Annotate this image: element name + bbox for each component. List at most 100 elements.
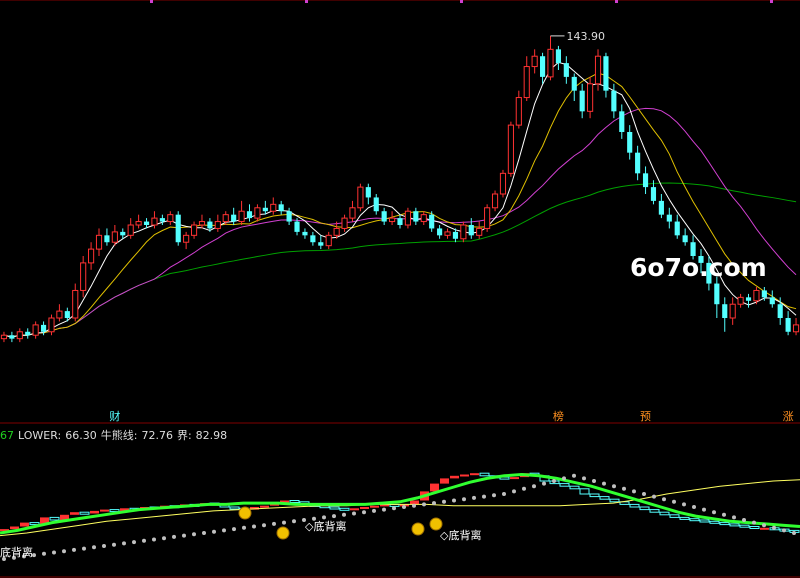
candle-body (88, 248, 95, 264)
trend-dot (452, 498, 456, 503)
trend-dot (352, 511, 356, 516)
candle-body (318, 242, 324, 246)
signal-face-icon (429, 517, 443, 531)
candle-body (666, 214, 672, 222)
candle-body (278, 204, 284, 212)
stock-chart-window: 143.90 财 榜 预 涨底背离 ◇底背离 ◇底背离 6o7o.com 67 LOWER: 6… (0, 0, 800, 578)
candle-body (792, 324, 800, 333)
trend-dot (282, 520, 286, 525)
indicator-prefix: 67 (0, 429, 14, 442)
candle-body (531, 55, 538, 68)
candle-body (563, 63, 569, 77)
candle-body (515, 97, 522, 126)
candle-body (397, 218, 403, 225)
candle-body (190, 224, 198, 236)
candle-body (745, 297, 752, 301)
candle-body (302, 231, 308, 236)
candle-body (25, 331, 31, 336)
max-price-label: 143.90 (566, 30, 605, 43)
trend-dot (132, 540, 136, 545)
trend-dot (742, 518, 746, 522)
trend-dot (152, 537, 156, 542)
candle-body (404, 210, 411, 226)
event-marker: 涨 (783, 410, 794, 423)
candle-body (9, 335, 15, 339)
indicator-bar (689, 518, 700, 522)
indicator-bar (70, 512, 79, 515)
trend-dot (662, 497, 666, 502)
candle-body (555, 49, 561, 64)
candle-body (254, 207, 261, 219)
candle-body (104, 235, 110, 243)
trend-dot (552, 479, 556, 483)
candle-body (127, 224, 134, 236)
candle-body (143, 221, 150, 225)
trend-dot (382, 507, 386, 512)
indicator-readout: 67 LOWER: 66.30 牛熊线: 72.76 界: 82.98 (0, 427, 231, 443)
indicator-bar (569, 485, 580, 490)
trend-dot (122, 541, 126, 546)
candle-body (56, 310, 63, 319)
trend-dot (222, 528, 226, 533)
trend-dot (602, 481, 606, 486)
candle-body (294, 221, 300, 232)
trend-dot (702, 507, 706, 512)
indicator-bar (599, 496, 610, 500)
candle-body (507, 124, 514, 174)
event-marker: 财 (109, 409, 120, 423)
candle-body (286, 211, 292, 222)
candle-body (499, 172, 507, 195)
indicator-bar (669, 514, 680, 518)
indicator-bar (430, 483, 439, 492)
candle-body (571, 76, 577, 91)
candle-body (365, 187, 371, 198)
indicator-bar (589, 493, 600, 498)
trend-dot (362, 510, 366, 515)
indicator-bar (679, 516, 690, 520)
divergence-label: ◇底背离 (440, 528, 481, 542)
trend-dot (342, 512, 346, 517)
chart-canvas[interactable]: 143.90 财 榜 预 涨底背离 ◇底背离 ◇底背离 (0, 0, 800, 578)
indicator-bar (629, 503, 640, 508)
candle-body (523, 66, 530, 99)
trend-dot (192, 532, 196, 537)
candle-body (151, 217, 158, 226)
trend-dot (622, 486, 626, 491)
trend-dot (292, 519, 296, 524)
trend-dot (612, 484, 616, 489)
indicator-bar (709, 520, 720, 524)
trend-dot (42, 551, 46, 556)
candle-body (207, 221, 213, 229)
trend-dot (762, 523, 766, 528)
candle-body (381, 211, 387, 222)
candle-body (310, 235, 316, 243)
trend-dot (542, 481, 546, 486)
candle-body (40, 324, 47, 332)
trend-dot (82, 546, 86, 551)
indicator-bar (329, 506, 340, 510)
candle-body (753, 289, 760, 302)
indicator-bar (479, 472, 490, 477)
candle-body (0, 334, 8, 340)
candle-body (32, 324, 39, 336)
top-tick-marker (615, 0, 618, 3)
divergence-label: ◇底背离 (305, 519, 346, 533)
indicator-bar (729, 523, 740, 527)
trend-dot (112, 542, 116, 547)
trend-dot (752, 520, 756, 525)
trend-dot (712, 510, 716, 515)
candle-body (714, 283, 720, 305)
trend-dot (202, 531, 206, 535)
trend-dot (522, 486, 526, 491)
candle-body (64, 311, 70, 318)
trend-dot (482, 494, 486, 499)
trend-dot (172, 534, 176, 539)
indicator-bar (450, 475, 459, 479)
trend-dot (242, 525, 246, 530)
trend-dot (582, 476, 586, 481)
candle-body (587, 83, 594, 112)
candle-body (167, 214, 174, 223)
top-tick-marker (770, 0, 773, 3)
trend-dot (432, 501, 436, 506)
candle-body (48, 317, 55, 333)
